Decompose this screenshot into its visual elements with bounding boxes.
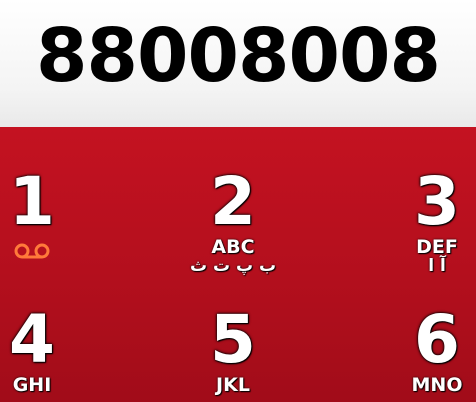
dial-key-5[interactable]: 5 JKL bbox=[168, 301, 298, 396]
key-arabic-letters: آ ا bbox=[428, 256, 446, 276]
key-letters: JKL bbox=[216, 374, 250, 396]
dialed-number: 88008008 bbox=[36, 13, 441, 99]
key-letters: DEF bbox=[416, 236, 458, 258]
dial-key-4[interactable]: 4 GHI bbox=[0, 301, 97, 396]
key-digit: 4 bbox=[9, 301, 55, 378]
number-display: 88008008 bbox=[0, 0, 476, 127]
key-arabic-letters: ب پ ت ث bbox=[189, 256, 277, 276]
key-digit: 3 bbox=[414, 163, 460, 240]
dial-key-3[interactable]: 3 DEF آ ا bbox=[372, 163, 476, 276]
dial-key-6[interactable]: 6 MNO bbox=[372, 301, 476, 396]
key-digit: 6 bbox=[414, 301, 460, 378]
dial-key-1[interactable]: 1 bbox=[0, 167, 97, 261]
key-digit: 2 bbox=[210, 163, 256, 240]
key-digit: 1 bbox=[9, 163, 55, 240]
dial-keypad: 1 2 ABC ب پ ت ث 3 DEF آ ا 4 GHI 5 JKL 6 … bbox=[0, 127, 476, 402]
key-letters: MNO bbox=[411, 374, 463, 396]
key-digit: 5 bbox=[210, 301, 256, 378]
key-letters: ABC bbox=[211, 236, 255, 258]
key-letters: GHI bbox=[12, 374, 52, 396]
dialer-screen: 88008008 1 2 ABC ب پ ت ث 3 DEF آ ا 4 GHI… bbox=[0, 0, 476, 402]
dial-key-2[interactable]: 2 ABC ب پ ت ث bbox=[168, 163, 298, 276]
voicemail-icon bbox=[14, 243, 50, 259]
